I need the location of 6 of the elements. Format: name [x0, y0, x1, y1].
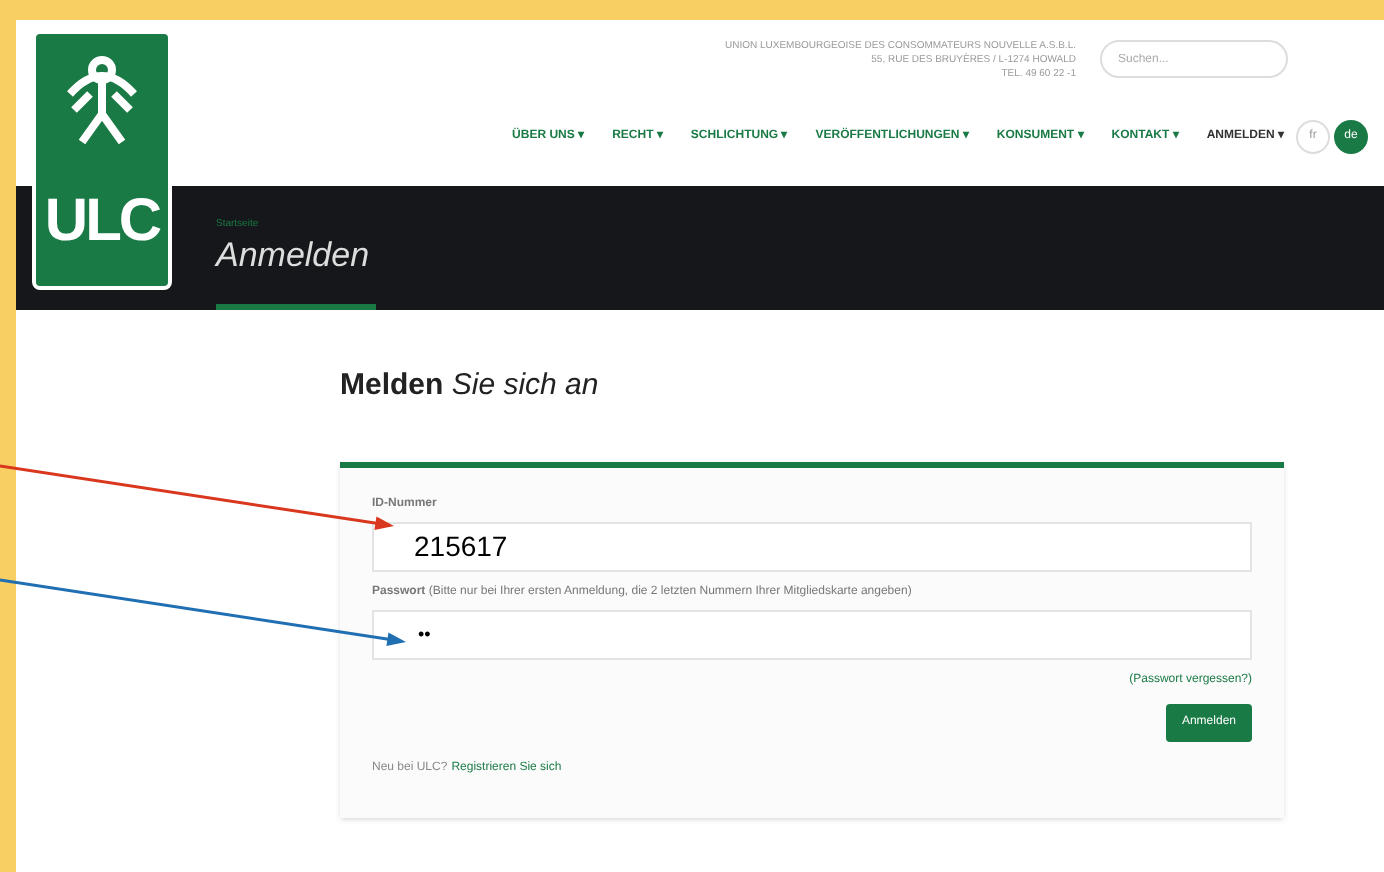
person-icon	[62, 50, 142, 146]
banner-title: Anmelden	[216, 233, 372, 278]
page-heading: Melden Sie sich an	[340, 366, 601, 406]
input-field[interactable]: 215617	[372, 521, 1252, 571]
logo[interactable]: ULC	[32, 30, 172, 290]
input-field[interactable]: ••	[372, 609, 1252, 659]
